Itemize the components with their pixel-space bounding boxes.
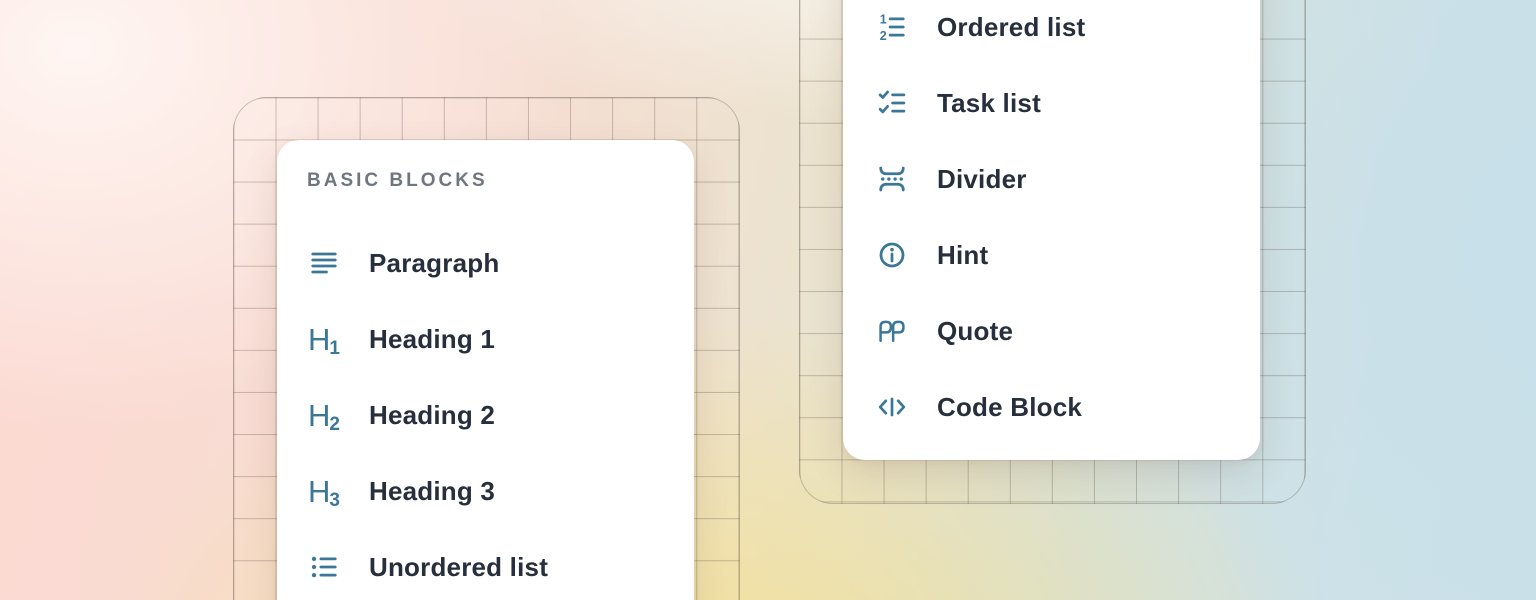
menu-item-paragraph[interactable]: Paragraph <box>307 241 694 285</box>
menu-item-divider[interactable]: Divider <box>875 157 1260 201</box>
insert-blocks-menu: 12Ordered listTask listDividerHintQuoteC… <box>843 0 1260 460</box>
menu-item-label: Divider <box>937 164 1027 195</box>
menu-item-label: Quote <box>937 316 1013 347</box>
heading-2-icon: H2 <box>307 398 341 432</box>
menu-item-label: Hint <box>937 240 988 271</box>
task-list-icon <box>875 86 909 120</box>
menu-item-label: Heading 2 <box>369 400 495 431</box>
menu-item-label: Unordered list <box>369 552 548 583</box>
code-block-icon <box>875 390 909 424</box>
svg-text:2: 2 <box>880 29 887 43</box>
menu-item-label: Ordered list <box>937 12 1085 43</box>
menu-item-ordered-list[interactable]: 12Ordered list <box>875 5 1260 49</box>
basic-blocks-menu: BASIC BLOCKS Paragraph H1 Heading 1 H2 Headi… <box>277 140 694 600</box>
menu-item-quote[interactable]: Quote <box>875 309 1260 353</box>
menu-item-label: Code Block <box>937 392 1082 423</box>
menu-item-label: Heading 3 <box>369 476 495 507</box>
svg-text:1: 1 <box>880 12 887 26</box>
menu-item-code-block[interactable]: Code Block <box>875 385 1260 429</box>
menu-item-label: Task list <box>937 88 1041 119</box>
insert-blocks-item-list: 12Ordered listTask listDividerHintQuoteC… <box>875 5 1260 429</box>
heading-3-icon: H3 <box>307 474 341 508</box>
editor-blocks-illustration: BASIC BLOCKS Paragraph H1 Heading 1 H2 Headi… <box>0 0 1536 600</box>
unordered-list-icon <box>307 550 341 584</box>
ordered-list-icon: 12 <box>875 10 909 44</box>
menu-item-label: Heading 1 <box>369 324 495 355</box>
menu-item-label: Paragraph <box>369 248 499 279</box>
hint-icon <box>875 238 909 272</box>
menu-item-hint[interactable]: Hint <box>875 233 1260 277</box>
section-label-basic-blocks: BASIC BLOCKS <box>307 170 694 192</box>
menu-item-heading-3[interactable]: H3 Heading 3 <box>307 469 694 513</box>
basic-blocks-item-list: Paragraph H1 Heading 1 H2 Heading 2 H3 Heading… <box>307 241 694 589</box>
menu-item-heading-2[interactable]: H2 Heading 2 <box>307 393 694 437</box>
menu-item-unordered-list[interactable]: Unordered list <box>307 545 694 589</box>
heading-1-icon: H1 <box>307 322 341 356</box>
divider-icon <box>875 162 909 196</box>
paragraph-icon <box>307 246 341 280</box>
menu-item-task-list[interactable]: Task list <box>875 81 1260 125</box>
menu-item-heading-1[interactable]: H1 Heading 1 <box>307 317 694 361</box>
quote-icon <box>875 314 909 348</box>
